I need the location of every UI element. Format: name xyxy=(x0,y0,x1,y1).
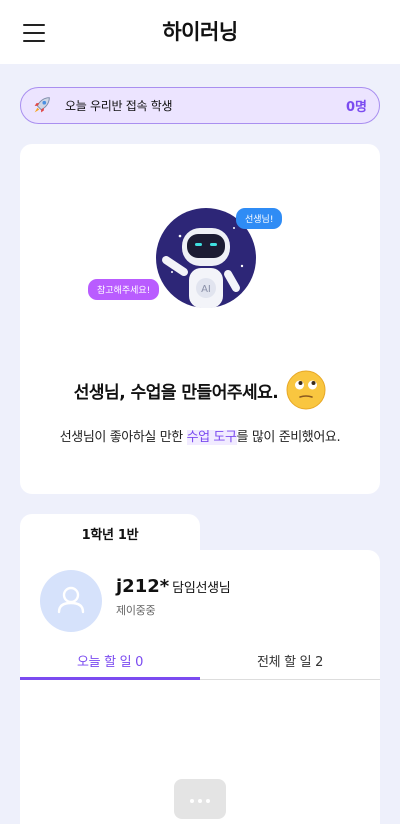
hero-title: 선생님, 수업을 만들어주세요. xyxy=(20,370,380,410)
robot-badge: AI xyxy=(201,284,211,295)
speech-bubble-right: 선생님! xyxy=(236,208,283,229)
rocket-icon xyxy=(34,97,50,113)
thinking-face-icon xyxy=(286,370,326,410)
user-name: j212* xyxy=(116,576,170,597)
hero-desc-highlight: 수업 도구 xyxy=(186,430,237,445)
class-tab-label: 1학년 1반 xyxy=(81,528,139,543)
hero-title-text: 선생님, 수업을 만들어주세요. xyxy=(73,382,279,403)
active-tab-indicator xyxy=(20,677,200,680)
online-count: 0명 xyxy=(345,100,367,115)
tab-all-todo[interactable]: 전체 할 일 2 xyxy=(200,651,380,670)
user-avatar-icon xyxy=(57,586,85,614)
school-name: 제이중중 xyxy=(116,604,156,617)
class-tab[interactable]: 1학년 1반 xyxy=(20,514,200,554)
online-students-banner[interactable]: 오늘 우리반 접속 학생 0명 xyxy=(20,87,380,124)
app-header: 하이러닝 xyxy=(0,0,400,64)
class-card: j212* 담임선생님 제이중중 오늘 할 일 0 전체 할 일 2 xyxy=(20,550,380,824)
user-name-line: j212* 담임선생님 xyxy=(116,576,231,597)
hero-description: 선생님이 좋아하실 만한 수업 도구를 많이 준비했어요. xyxy=(56,426,344,450)
banner-label: 오늘 우리반 접속 학생 xyxy=(65,99,173,113)
tab-today-todo[interactable]: 오늘 할 일 0 xyxy=(20,651,200,670)
hero-desc-part2: 를 많이 준비했어요. xyxy=(236,430,341,445)
todo-tabs: 오늘 할 일 0 전체 할 일 2 xyxy=(20,643,380,680)
app-title: 하이러닝 xyxy=(162,20,238,44)
hero-desc-part1: 선생님이 좋아하실 만한 xyxy=(59,430,187,445)
speech-bubble-left: 참고해주세요! xyxy=(88,279,160,300)
ai-robot-illustration: AI 선생님! 참고해주세요! xyxy=(88,206,312,316)
hero-card: AI 선생님! 참고해주세요! 선생님, 수업을 만들어주세요. 선생님이 좋아… xyxy=(20,144,380,494)
user-role: 담임선생님 xyxy=(172,581,231,596)
avatar xyxy=(40,570,102,632)
empty-state-icon xyxy=(174,779,226,819)
